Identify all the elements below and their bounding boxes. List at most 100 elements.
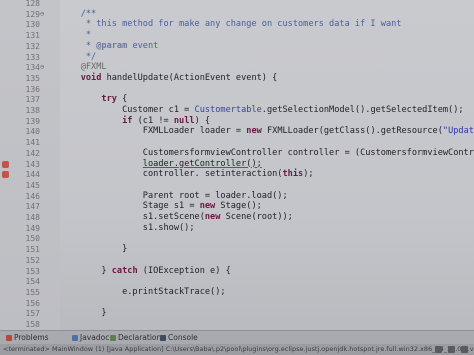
- code-text: if (c1 != null) {: [60, 116, 210, 127]
- code-token: }: [60, 265, 112, 276]
- code-line[interactable]: 134 ⊖ @FXML: [0, 62, 474, 73]
- console-status-bar: <terminated> MainWindow (1) [Java Applic…: [0, 344, 474, 355]
- code-line[interactable]: 155 e.printStackTrace();: [0, 287, 474, 298]
- line-number: 156: [25, 298, 40, 308]
- code-text: s1.setScene(new Scene(root));: [60, 212, 293, 223]
- line-number: 145: [25, 180, 40, 190]
- terminate-icon[interactable]: [434, 346, 442, 353]
- code-line[interactable]: 140 FXMLLoader loader = new FXMLLoader(g…: [0, 126, 474, 137]
- code-line[interactable]: 142 CustomersformviewController controll…: [0, 148, 474, 159]
- line-number: 148: [25, 213, 40, 222]
- code-line[interactable]: 141: [0, 137, 474, 148]
- code-token: controller. setinteraction(: [60, 169, 283, 180]
- code-line[interactable]: 136: [0, 84, 474, 95]
- code-line[interactable]: 130 * this method for make any change on…: [0, 19, 474, 30]
- line-number: 140: [25, 127, 40, 137]
- code-line[interactable]: 129 ⊖ /**: [0, 9, 474, 20]
- line-number: 147: [25, 202, 40, 212]
- code-token: event: [127, 40, 159, 51]
- remove-launch-icon[interactable]: [447, 346, 455, 353]
- code-line[interactable]: 135 void handelUpdate(ActionEvent event)…: [0, 73, 474, 84]
- code-line[interactable]: 148 s1.setScene(new Scene(root));: [0, 212, 474, 223]
- line-number: 146: [25, 191, 40, 201]
- fold-toggle-icon[interactable]: ⊖: [40, 9, 48, 20]
- code-line[interactable]: 150: [0, 233, 474, 244]
- code-text: } catch (IOException e) {: [60, 265, 230, 277]
- line-number: 136: [25, 84, 40, 94]
- code-token: void: [80, 72, 102, 83]
- code-token: ) {: [194, 115, 211, 126]
- code-token: Stage s1 =: [60, 201, 200, 212]
- tab-declaration[interactable]: Declaration: [110, 332, 161, 343]
- code-line[interactable]: 143 loader.getController();: [0, 159, 474, 170]
- code-token: .getSelectionModel().getSelectedItem();: [261, 105, 464, 115]
- code-line[interactable]: 153 } catch (IOException e) {: [0, 266, 474, 277]
- code-token: null: [173, 115, 195, 126]
- tab-problems[interactable]: Problems: [6, 332, 49, 343]
- tab-console[interactable]: Console: [160, 332, 198, 343]
- code-line[interactable]: 149 s1.show();: [0, 223, 474, 234]
- code-line[interactable]: 146 Parent root = loader.load();: [0, 191, 474, 202]
- code-line[interactable]: 137 try {: [0, 94, 474, 105]
- code-line[interactable]: 151 }: [0, 244, 474, 255]
- code-token: new: [246, 126, 262, 137]
- code-line[interactable]: 158: [0, 319, 474, 330]
- code-token: */: [60, 51, 97, 62]
- code-token: );: [303, 169, 314, 180]
- code-text: controller. setinteraction(this);: [60, 169, 314, 180]
- line-number: 128: [25, 0, 40, 8]
- code-token: new: [199, 201, 216, 212]
- line-number: 155: [25, 287, 40, 297]
- line-number: 157: [25, 309, 40, 319]
- bottom-panel-tabs: Problems Javadoc Declaration Console: [0, 330, 474, 344]
- code-text: Customer c1 = Customertable.getSelection…: [60, 105, 464, 116]
- code-text: loader.getController();: [60, 159, 262, 170]
- code-line[interactable]: 133 */: [0, 52, 474, 63]
- code-line[interactable]: 132 * @param event: [0, 41, 474, 52]
- code-line[interactable]: 128: [0, 0, 474, 9]
- code-token: try: [101, 94, 117, 105]
- code-line[interactable]: 139 if (c1 != null) {: [0, 116, 474, 127]
- line-number: 142: [25, 148, 40, 158]
- code-text: s1.show();: [60, 223, 195, 234]
- fold-toggle-icon[interactable]: ⊖: [40, 62, 48, 73]
- tab-javadoc[interactable]: Javadoc: [72, 332, 109, 343]
- code-token: if: [122, 115, 133, 126]
- line-number: 139: [25, 116, 40, 126]
- line-number: 143: [25, 159, 40, 169]
- code-line[interactable]: 138 Customer c1 = Customertable.getSelec…: [0, 105, 474, 116]
- line-number: 138: [25, 106, 40, 115]
- clear-console-icon[interactable]: [461, 346, 468, 353]
- code-line[interactable]: 147 Stage s1 = new Stage();: [0, 201, 474, 212]
- code-token: catch: [111, 265, 138, 276]
- console-status-text: <terminated> MainWindow (1) [Java Applic…: [3, 345, 474, 353]
- code-text: try {: [60, 94, 127, 105]
- javadoc-icon: [72, 335, 78, 341]
- code-token: * this method for make any change on cus…: [60, 19, 402, 30]
- code-line[interactable]: 157 }: [0, 308, 474, 319]
- code-text: }: [60, 308, 106, 319]
- tab-label: Problems: [14, 333, 49, 342]
- problems-icon: [6, 335, 12, 341]
- line-number: 149: [25, 223, 40, 233]
- tab-label: Javadoc: [80, 333, 110, 342]
- line-number: 131: [25, 31, 40, 41]
- code-line[interactable]: 154: [0, 276, 474, 287]
- code-line[interactable]: 156: [0, 298, 474, 309]
- code-token: @param: [96, 40, 128, 51]
- code-token: e.printStackTrace();: [60, 286, 226, 297]
- code-token: Customer c1 =: [60, 105, 195, 115]
- code-token: }: [60, 244, 128, 255]
- code-line[interactable]: 131 *: [0, 30, 474, 41]
- code-line[interactable]: 144 controller. setinteraction(this);: [0, 169, 474, 180]
- line-number: 141: [25, 138, 40, 148]
- code-text: /**: [60, 9, 97, 20]
- console-toolbar: [431, 346, 468, 353]
- code-line[interactable]: 152: [0, 255, 474, 266]
- line-number: 158: [25, 320, 40, 329]
- code-token: {: [116, 94, 128, 105]
- code-text: Parent root = loader.load();: [60, 191, 288, 202]
- code-line[interactable]: 145: [0, 180, 474, 191]
